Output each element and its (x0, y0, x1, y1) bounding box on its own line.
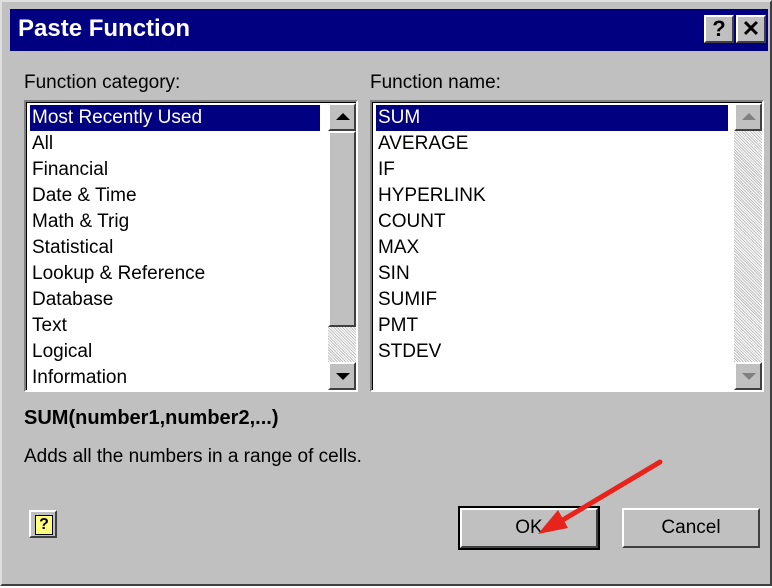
annotation-arrow-icon (538, 459, 663, 534)
paste-function-dialog: Paste Function ? ✕ Function category: Mo… (0, 0, 772, 586)
